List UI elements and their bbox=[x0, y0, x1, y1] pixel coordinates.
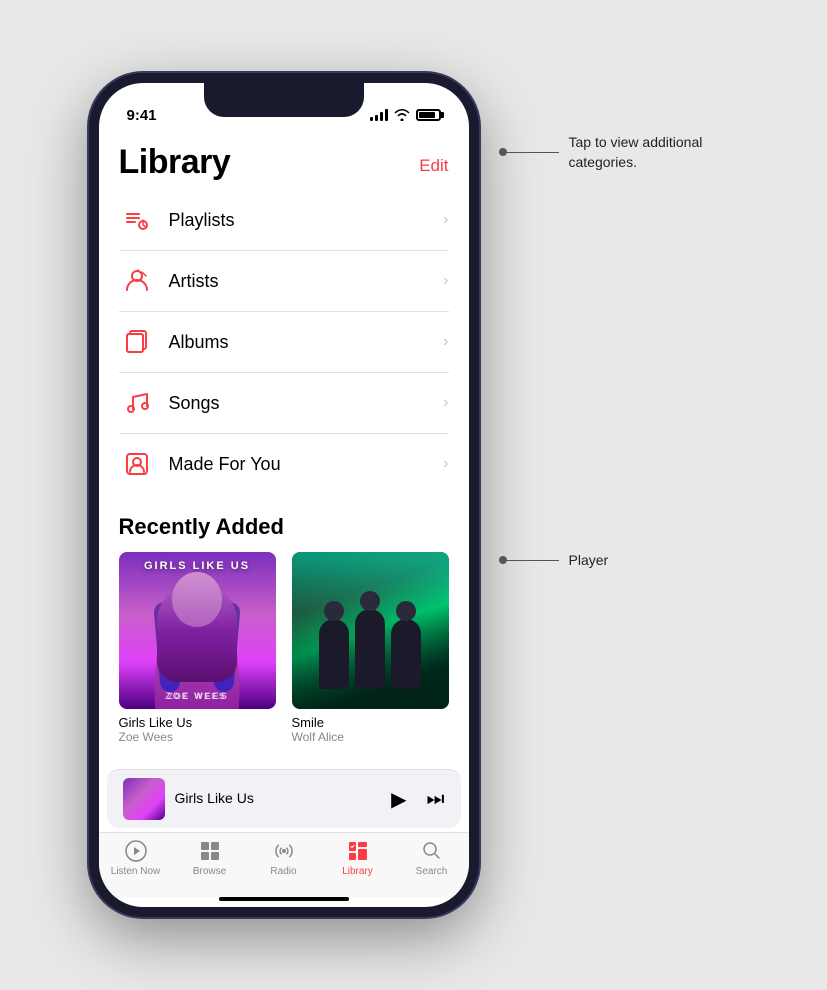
tab-browse-label: Browse bbox=[193, 866, 226, 877]
edit-annotation: Tap to view additional categories. bbox=[499, 133, 739, 172]
tab-search-label: Search bbox=[416, 866, 448, 877]
page-title: Library bbox=[119, 143, 231, 182]
tab-library[interactable]: Library bbox=[328, 839, 388, 877]
status-time: 9:41 bbox=[127, 107, 157, 124]
album-art-girls-like-us: GIRLS LIKE US ZOE WEES bbox=[119, 552, 276, 709]
phone-frame: 9:41 bbox=[89, 73, 479, 917]
library-item-made-for-you[interactable]: Made For You › bbox=[119, 434, 449, 494]
artists-icon bbox=[119, 263, 155, 299]
library-list: Playlists › Artists › bbox=[99, 190, 469, 494]
wifi-icon bbox=[394, 109, 410, 121]
girls-like-us-album-text: GIRLS LIKE US bbox=[119, 560, 276, 572]
library-item-albums[interactable]: Albums › bbox=[119, 312, 449, 373]
player-arrow-line bbox=[499, 560, 559, 561]
tab-browse[interactable]: Browse bbox=[180, 839, 240, 877]
album-art-smile bbox=[292, 552, 449, 709]
library-item-songs[interactable]: Songs › bbox=[119, 373, 449, 434]
player-title: Girls Like Us bbox=[175, 790, 254, 806]
artists-chevron: › bbox=[443, 272, 448, 290]
library-item-artists[interactable]: Artists › bbox=[119, 251, 449, 312]
power-button bbox=[477, 313, 479, 403]
annotations-panel: Tap to view additional categories. Playe… bbox=[499, 73, 739, 568]
songs-chevron: › bbox=[443, 394, 448, 412]
recently-added-header: Recently Added bbox=[99, 494, 469, 552]
playlists-chevron: › bbox=[443, 211, 448, 229]
skip-button[interactable]: ⏭ bbox=[427, 788, 445, 811]
artists-label: Artists bbox=[169, 271, 444, 292]
edit-button[interactable]: Edit bbox=[419, 156, 448, 182]
albums-icon bbox=[119, 324, 155, 360]
playlists-label: Playlists bbox=[169, 210, 444, 231]
tab-radio[interactable]: Radio bbox=[254, 839, 314, 877]
volume-up-button bbox=[89, 293, 91, 353]
album-item-girls-like-us[interactable]: GIRLS LIKE US ZOE WEES Girls Like Us bbox=[119, 552, 276, 744]
album-title-smile: Smile bbox=[292, 715, 449, 730]
status-icons bbox=[370, 109, 441, 121]
player-controls: ▶ ⏭ bbox=[391, 787, 444, 812]
made-for-you-icon bbox=[119, 446, 155, 482]
album-title-girls-like-us: Girls Like Us bbox=[119, 715, 276, 730]
tab-radio-label: Radio bbox=[270, 866, 296, 877]
header: Library Edit bbox=[99, 133, 469, 190]
player-callout-text: Player bbox=[559, 552, 609, 568]
player-bar[interactable]: Girls Like Us ▶ ⏭ bbox=[107, 769, 461, 828]
made-for-you-chevron: › bbox=[443, 455, 448, 473]
made-for-you-label: Made For You bbox=[169, 454, 444, 475]
notch bbox=[204, 83, 364, 117]
phone-content: Library Edit bbox=[99, 133, 469, 907]
library-icon bbox=[346, 839, 370, 863]
library-item-playlists[interactable]: Playlists › bbox=[119, 190, 449, 251]
home-indicator bbox=[219, 897, 349, 901]
player-thumbnail bbox=[123, 778, 165, 820]
album-grid: GIRLS LIKE US ZOE WEES Girls Like Us bbox=[99, 552, 469, 764]
edit-arrow-line bbox=[499, 152, 559, 153]
main-scroll[interactable]: Library Edit bbox=[99, 133, 469, 769]
tab-listen-now-label: Listen Now bbox=[111, 866, 160, 877]
browse-icon bbox=[198, 839, 222, 863]
battery-icon bbox=[416, 109, 441, 121]
tab-bar: Listen Now Browse bbox=[99, 832, 469, 897]
album-artist-girls-like-us: Zoe Wees bbox=[119, 730, 276, 744]
player-annotation: Player bbox=[499, 552, 739, 568]
search-icon bbox=[420, 839, 444, 863]
songs-icon bbox=[119, 385, 155, 421]
play-button[interactable]: ▶ bbox=[391, 787, 406, 812]
figures bbox=[319, 609, 421, 709]
album-artist-smile: Wolf Alice bbox=[292, 730, 449, 744]
tab-search[interactable]: Search bbox=[402, 839, 462, 877]
tab-listen-now[interactable]: Listen Now bbox=[106, 839, 166, 877]
tab-library-label: Library bbox=[342, 866, 373, 877]
mute-button bbox=[89, 243, 91, 279]
playlists-icon bbox=[119, 202, 155, 238]
radio-icon bbox=[272, 839, 296, 863]
listen-now-icon bbox=[124, 839, 148, 863]
signal-icon bbox=[370, 109, 388, 121]
zoe-wees-credit: ZOE WEES bbox=[119, 692, 276, 701]
edit-callout-text: Tap to view additional categories. bbox=[559, 133, 739, 172]
songs-label: Songs bbox=[169, 393, 444, 414]
albums-chevron: › bbox=[443, 333, 448, 351]
album-item-smile[interactable]: Smile Wolf Alice bbox=[292, 552, 449, 744]
volume-down-button bbox=[89, 368, 91, 428]
player-info: Girls Like Us bbox=[175, 790, 382, 808]
albums-label: Albums bbox=[169, 332, 444, 353]
